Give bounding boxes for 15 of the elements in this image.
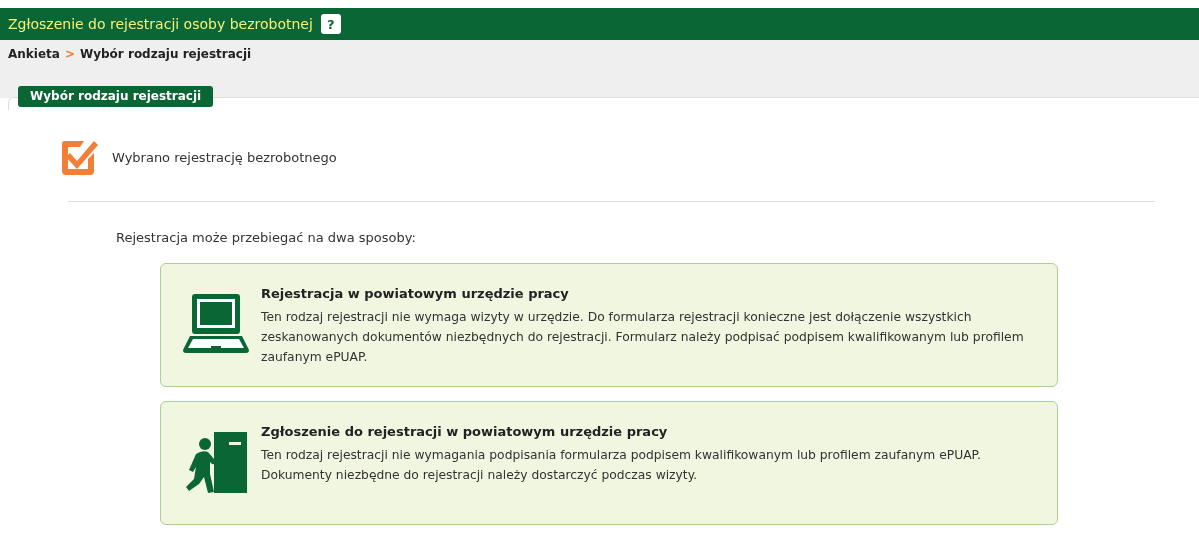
- breadcrumb-item[interactable]: Wybór rodzaju rejestracji: [79, 47, 252, 61]
- selection-text: Wybrano rejestrację bezrobotnego: [112, 149, 337, 165]
- breadcrumb-separator: >: [64, 47, 75, 61]
- option-title: Zgłoszenie do rejestracji w powiatowym urzędzie pracy: [261, 424, 669, 439]
- option-description: Ten rodzaj rejestracji nie wymagania podpisania formularza podpisem kwalifikowanym lub profilem zaufanym ePUAP. Dokumenty niezbędne do rejestracji należy dostarczyć podczas wizyty.: [261, 447, 982, 484]
- page-title: Zgłoszenie do rejestracji osoby bezrobotnej: [8, 16, 313, 32]
- option-description: Ten rodzaj rejestracji nie wymaga wizyty w urzędzie. Do formularza rejestracji konieczne jest dołączenie wszystkich zeskanowanych dokumentów niezbędnych do rejestracji. Formularz należy podpisać podpisem kwalifikowanym lub profilem zaufanym ePUAP.: [261, 309, 1025, 366]
- laptop-icon: [183, 294, 249, 354]
- option-title: Rejestracja w powiatowym urzędzie pracy: [261, 286, 570, 301]
- option-card[interactable]: [160, 401, 1058, 525]
- person-at-door-icon: [184, 432, 248, 494]
- breadcrumb-item[interactable]: Ankieta: [8, 47, 60, 61]
- option-card[interactable]: [160, 263, 1058, 387]
- help-button[interactable]: ?: [320, 14, 341, 34]
- intro-text: Rejestracja może przebiegać na dwa sposoby:: [115, 229, 417, 245]
